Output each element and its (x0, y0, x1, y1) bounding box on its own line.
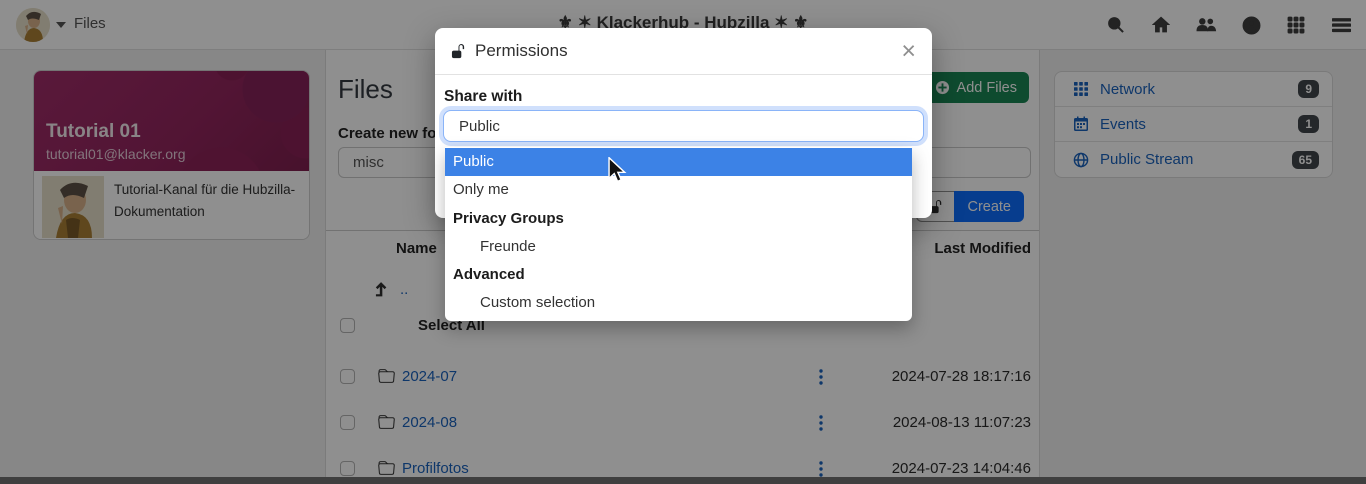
share-with-dropdown: Public Only me Privacy Groups Freunde Ad… (445, 147, 912, 321)
share-with-label: Share with (444, 88, 522, 106)
dropdown-header-privacy-groups: Privacy Groups (445, 205, 912, 233)
modal-title: Permissions (475, 41, 568, 61)
dropdown-option-freunde[interactable]: Freunde (445, 233, 912, 261)
dropdown-option-only-me[interactable]: Only me (445, 176, 912, 204)
dropdown-option-custom-selection[interactable]: Custom selection (445, 289, 912, 317)
close-icon[interactable]: × (901, 39, 916, 64)
dropdown-option-public[interactable]: Public (445, 148, 912, 176)
dropdown-header-advanced: Advanced (445, 261, 912, 289)
unlock-icon (451, 44, 466, 59)
share-with-input[interactable] (443, 110, 924, 142)
modal-header: Permissions × (435, 28, 932, 75)
